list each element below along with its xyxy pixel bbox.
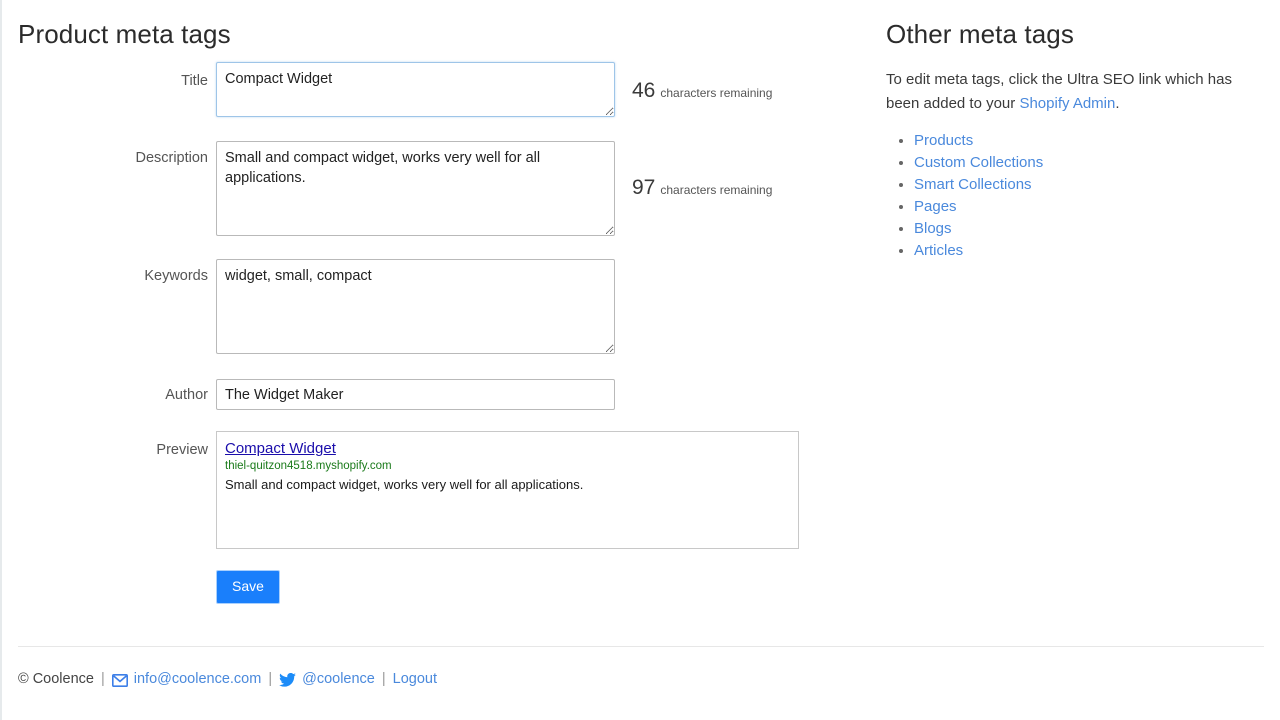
description-counter: 97 characters remaining [632,176,772,200]
save-button[interactable]: Save [216,570,280,604]
footer-separator: | [382,668,386,690]
preview-description: Small and compact widget, works very wel… [225,476,790,493]
description-counter-number: 97 [632,176,655,199]
list-item: Articles [914,240,1266,262]
footer-divider [18,646,1264,647]
title-field-wrapper [216,62,615,117]
footer-email-group[interactable]: info@coolence.com [112,668,262,690]
other-meta-tags-title: Other meta tags [886,0,1266,50]
author-label: Author [18,386,208,404]
serp-preview-box: Compact Widget thiel-quitzon4518.myshopi… [216,431,799,549]
other-meta-tags-panel: Other meta tags To edit meta tags, click… [886,0,1266,262]
footer-twitter-group[interactable]: @coolence [279,668,375,690]
preview-title-link[interactable]: Compact Widget [225,439,336,458]
keywords-input[interactable] [216,259,615,354]
link-articles[interactable]: Articles [914,242,963,259]
logout-link[interactable]: Logout [393,668,437,690]
list-item: Pages [914,196,1266,218]
meta-tag-resource-list: Products Custom Collections Smart Collec… [886,130,1266,262]
description-label: Description [18,149,208,167]
email-link[interactable]: info@coolence.com [134,668,262,690]
shopify-admin-link[interactable]: Shopify Admin [1019,95,1115,112]
link-custom-collections[interactable]: Custom Collections [914,154,1043,171]
preview-url: thiel-quitzon4518.myshopify.com [225,459,790,474]
page-title: Product meta tags [18,0,858,50]
list-item: Blogs [914,218,1266,240]
link-pages[interactable]: Pages [914,198,957,215]
keywords-label: Keywords [18,267,208,285]
title-label: Title [18,72,208,90]
title-input[interactable] [216,62,615,117]
footer-separator: | [101,668,105,690]
title-counter-label: characters remaining [660,86,772,100]
twitter-bird-icon [279,673,296,687]
app-page: Product meta tags Title 46 characters rem… [0,0,1280,720]
twitter-link[interactable]: @coolence [302,668,375,690]
envelope-icon [112,674,128,687]
list-item: Products [914,130,1266,152]
title-counter: 46 characters remaining [632,79,772,103]
preview-label: Preview [18,441,208,459]
description-field-wrapper [216,141,615,236]
keywords-field-wrapper [216,259,615,354]
link-blogs[interactable]: Blogs [914,220,952,237]
footer: © Coolence | info@coolence.com | @coolen… [18,668,437,690]
other-meta-tags-intro: To edit meta tags, click the Ultra SEO l… [886,68,1258,116]
title-counter-number: 46 [632,79,655,102]
product-meta-tags-panel: Product meta tags Title 46characters rem… [18,0,858,50]
description-counter-label: characters remaining [660,183,772,197]
copyright-text: © Coolence [18,668,94,690]
list-item: Smart Collections [914,174,1266,196]
author-input[interactable] [216,379,615,410]
link-products[interactable]: Products [914,132,973,149]
footer-separator: | [268,668,272,690]
list-item: Custom Collections [914,152,1266,174]
link-smart-collections[interactable]: Smart Collections [914,176,1032,193]
description-input[interactable] [216,141,615,236]
author-field-wrapper [216,379,615,410]
intro-text-after: . [1115,95,1119,112]
